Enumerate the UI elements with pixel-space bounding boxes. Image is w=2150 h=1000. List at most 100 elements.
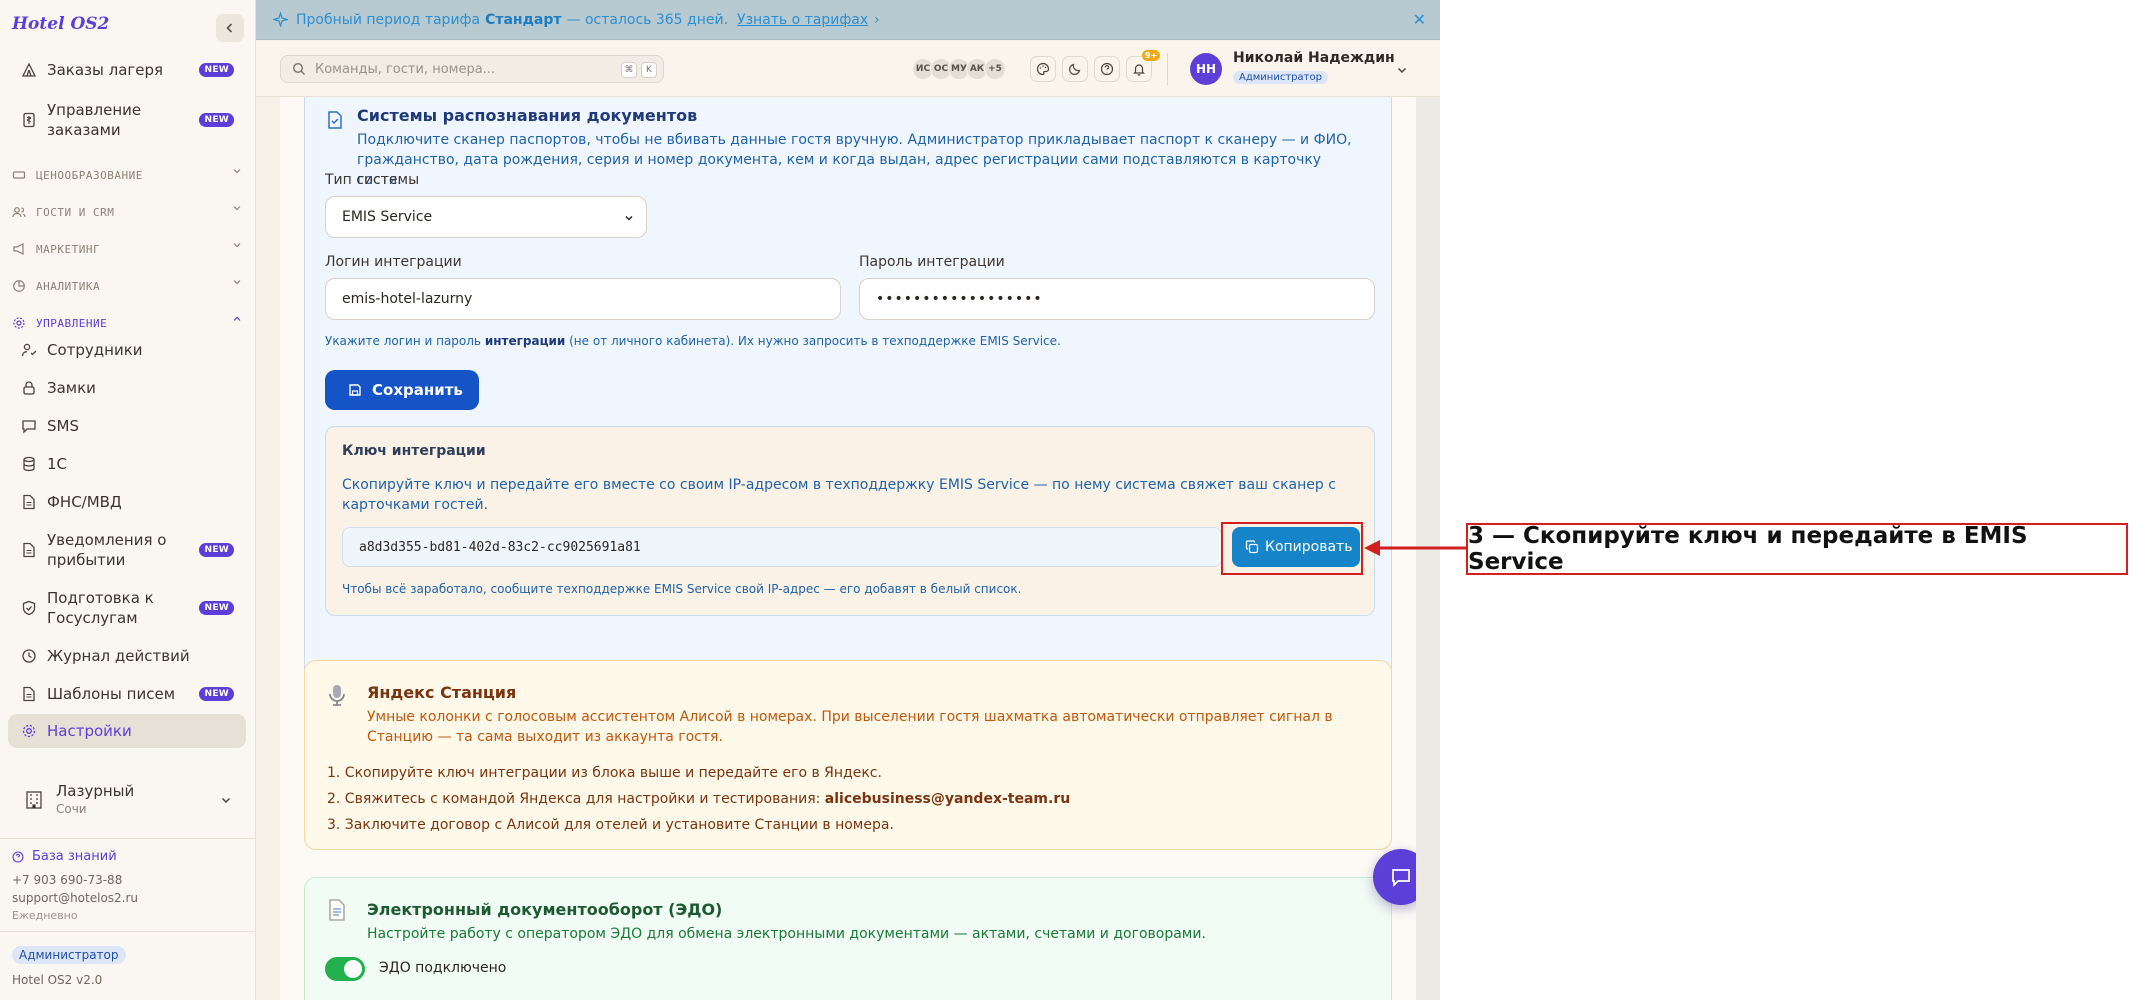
sidebar-item-label: ФНС/МВД [47, 493, 122, 511]
login-input[interactable]: emis-hotel-lazurny [325, 278, 841, 320]
user-avatar[interactable]: НН [1190, 53, 1222, 85]
sidebar-item-action-log[interactable]: Журнал действий [8, 644, 246, 668]
close-icon[interactable]: ✕ [1413, 10, 1426, 29]
section-label: МАРКЕТИНГ [36, 242, 101, 256]
sidebar-item-label: Настройки [47, 722, 132, 740]
sidebar-section-marketing[interactable]: МАРКЕТИНГ [12, 242, 244, 256]
sidebar-item-sms[interactable]: SMS [8, 414, 246, 438]
chevron-down-icon [232, 166, 242, 179]
sidebar-item-staff[interactable]: Сотрудники [8, 338, 246, 362]
banner-text-days: — осталось 365 дней. [566, 11, 729, 28]
system-type-select[interactable]: EMIS Service [325, 196, 647, 238]
dark-mode-button[interactable] [1062, 56, 1088, 82]
save-icon [349, 384, 361, 396]
help-button[interactable] [1094, 56, 1120, 82]
integration-key-block: Ключ интеграции Скопируйте ключ и переда… [325, 426, 1375, 616]
sidebar-section-analytics[interactable]: АНАЛИТИКА [12, 279, 244, 293]
sidebar-item-settings[interactable]: Настройки [8, 714, 246, 748]
clock-icon [20, 647, 38, 665]
card-title: Электронный документооборот (ЭДО) [367, 900, 723, 919]
moon-icon [1069, 63, 1081, 75]
sidebar-section-pricing[interactable]: ЦЕНООБРАЗОВАНИЕ [12, 168, 244, 182]
chevron-down-icon [232, 240, 242, 253]
save-button[interactable]: Сохранить [325, 370, 479, 410]
sidebar-item-locks[interactable]: Замки [8, 376, 246, 400]
message-icon [20, 417, 38, 435]
yandex-station-card: Яндекс Станция Умные колонки с голосовым… [304, 660, 1392, 850]
card-title: Яндекс Станция [367, 683, 517, 702]
chevron-up-icon [232, 314, 242, 327]
palette-icon [1036, 62, 1050, 76]
card-title: Системы распознавания документов [357, 106, 698, 125]
sidebar-item-label: Управление заказами [47, 101, 142, 139]
banner-text: Пробный период тарифа [296, 11, 481, 28]
sidebar-section-management[interactable]: УПРАВЛЕНИЕ [12, 316, 244, 330]
password-input[interactable]: •••••••••••••••••• [859, 278, 1375, 320]
sidebar-item-arrival-notifications[interactable]: Уведомления о прибытии NEW [8, 528, 246, 572]
microphone-icon [329, 685, 345, 706]
megaphone-icon [13, 243, 24, 255]
new-badge: NEW [199, 113, 234, 127]
edo-toggle[interactable] [325, 957, 365, 981]
help-circle-icon [12, 850, 24, 863]
yandex-email[interactable]: alicebusiness@yandex-team.ru [825, 791, 1070, 807]
sidebar-collapse-button[interactable] [216, 14, 244, 42]
sidebar-item-1c[interactable]: 1С [8, 452, 246, 476]
save-label: Сохранить [372, 381, 463, 399]
sidebar-item-fns-mvd[interactable]: ФНС/МВД [8, 490, 246, 514]
yandex-step-text: 2. Свяжитесь с командой Яндекса для наст… [327, 791, 821, 807]
doc-recognition-card: Системы распознавания документов Подключ… [304, 97, 1392, 733]
search-input[interactable]: Команды, гости, номера... [315, 62, 495, 77]
annotation-callout: 3 — Скопируйте ключ и передайте в EMIS S… [1466, 523, 2128, 575]
tent-icon [20, 61, 38, 79]
system-type-label: Тип системы [325, 172, 420, 188]
toggle-knob [344, 960, 362, 978]
support-schedule: Ежедневно [12, 909, 78, 922]
sidebar-item-label: Сотрудники [47, 341, 143, 359]
yandex-step: 3. Заключите договор с Алисой для отелей… [327, 817, 894, 833]
hint-text: (не от личного кабинета). Их нужно запро… [569, 334, 1061, 348]
pricing-link[interactable]: Узнать о тарифах [737, 12, 868, 28]
top-bar: Команды, гости, номера... ⌘ K ИС ОС МУ А… [256, 41, 1440, 97]
dollar-doc-icon [20, 111, 38, 129]
support-email[interactable]: support@hotelos2.ru [12, 891, 138, 905]
more-users-count[interactable]: +5 [984, 58, 1006, 80]
knowledge-base-link[interactable]: База знаний [12, 849, 117, 864]
chevron-right-icon: › [874, 11, 880, 28]
sidebar-footer: База знаний +7 903 690-73-88 support@hot… [0, 838, 256, 987]
new-badge: NEW [199, 63, 234, 77]
section-label: УПРАВЛЕНИЕ [36, 316, 108, 330]
integration-key-field[interactable]: a8d3d355-bd81-402d-83c2-cc9025691a81 [342, 527, 1222, 567]
hint-text: Укажите логин и пароль [325, 334, 481, 348]
theme-palette-button[interactable] [1030, 56, 1056, 82]
sidebar-section-guests-crm[interactable]: ГОСТИ И CRM [12, 205, 244, 219]
document-icon [329, 899, 345, 921]
sidebar-item-email-templates[interactable]: Шаблоны писем NEW [8, 682, 246, 706]
sidebar-item-camp-orders[interactable]: Заказы лагеря NEW [8, 58, 246, 82]
command-search[interactable]: Команды, гости, номера... ⌘ K [280, 55, 664, 83]
file-icon [20, 493, 38, 511]
scan-doc-icon [328, 111, 342, 129]
app-logo: Hotel OS2 [12, 14, 110, 34]
users-icon [12, 207, 26, 218]
system-type-value: EMIS Service [342, 209, 433, 225]
chat-icon [1392, 869, 1410, 888]
sidebar-item-gosuslugi-prep[interactable]: Подготовка к Госуслугам NEW [8, 586, 246, 630]
sidebar-item-order-management[interactable]: Управление заказами NEW [8, 98, 246, 142]
shield-check-icon [20, 599, 38, 617]
sidebar-item-label: 1С [47, 455, 68, 473]
sidebar-item-label: Шаблоны писем [47, 685, 176, 703]
section-label: ГОСТИ И CRM [36, 205, 115, 219]
hotel-city: Сочи [56, 802, 87, 816]
help-circle-icon [1100, 62, 1114, 76]
chevron-down-icon[interactable] [1396, 64, 1408, 76]
support-phone[interactable]: +7 903 690-73-88 [12, 873, 122, 887]
lock-icon [20, 379, 38, 397]
hotel-switcher[interactable]: Лазурный Сочи [8, 776, 246, 824]
edo-card: Электронный документооборот (ЭДО) Настро… [304, 877, 1392, 1000]
user-name[interactable]: Николай Надеждин [1233, 50, 1395, 66]
new-badge: NEW [199, 601, 234, 615]
section-label: ЦЕНООБРАЗОВАНИЕ [36, 168, 143, 182]
sidebar-item-label: SMS [47, 417, 79, 435]
search-icon [292, 62, 305, 75]
